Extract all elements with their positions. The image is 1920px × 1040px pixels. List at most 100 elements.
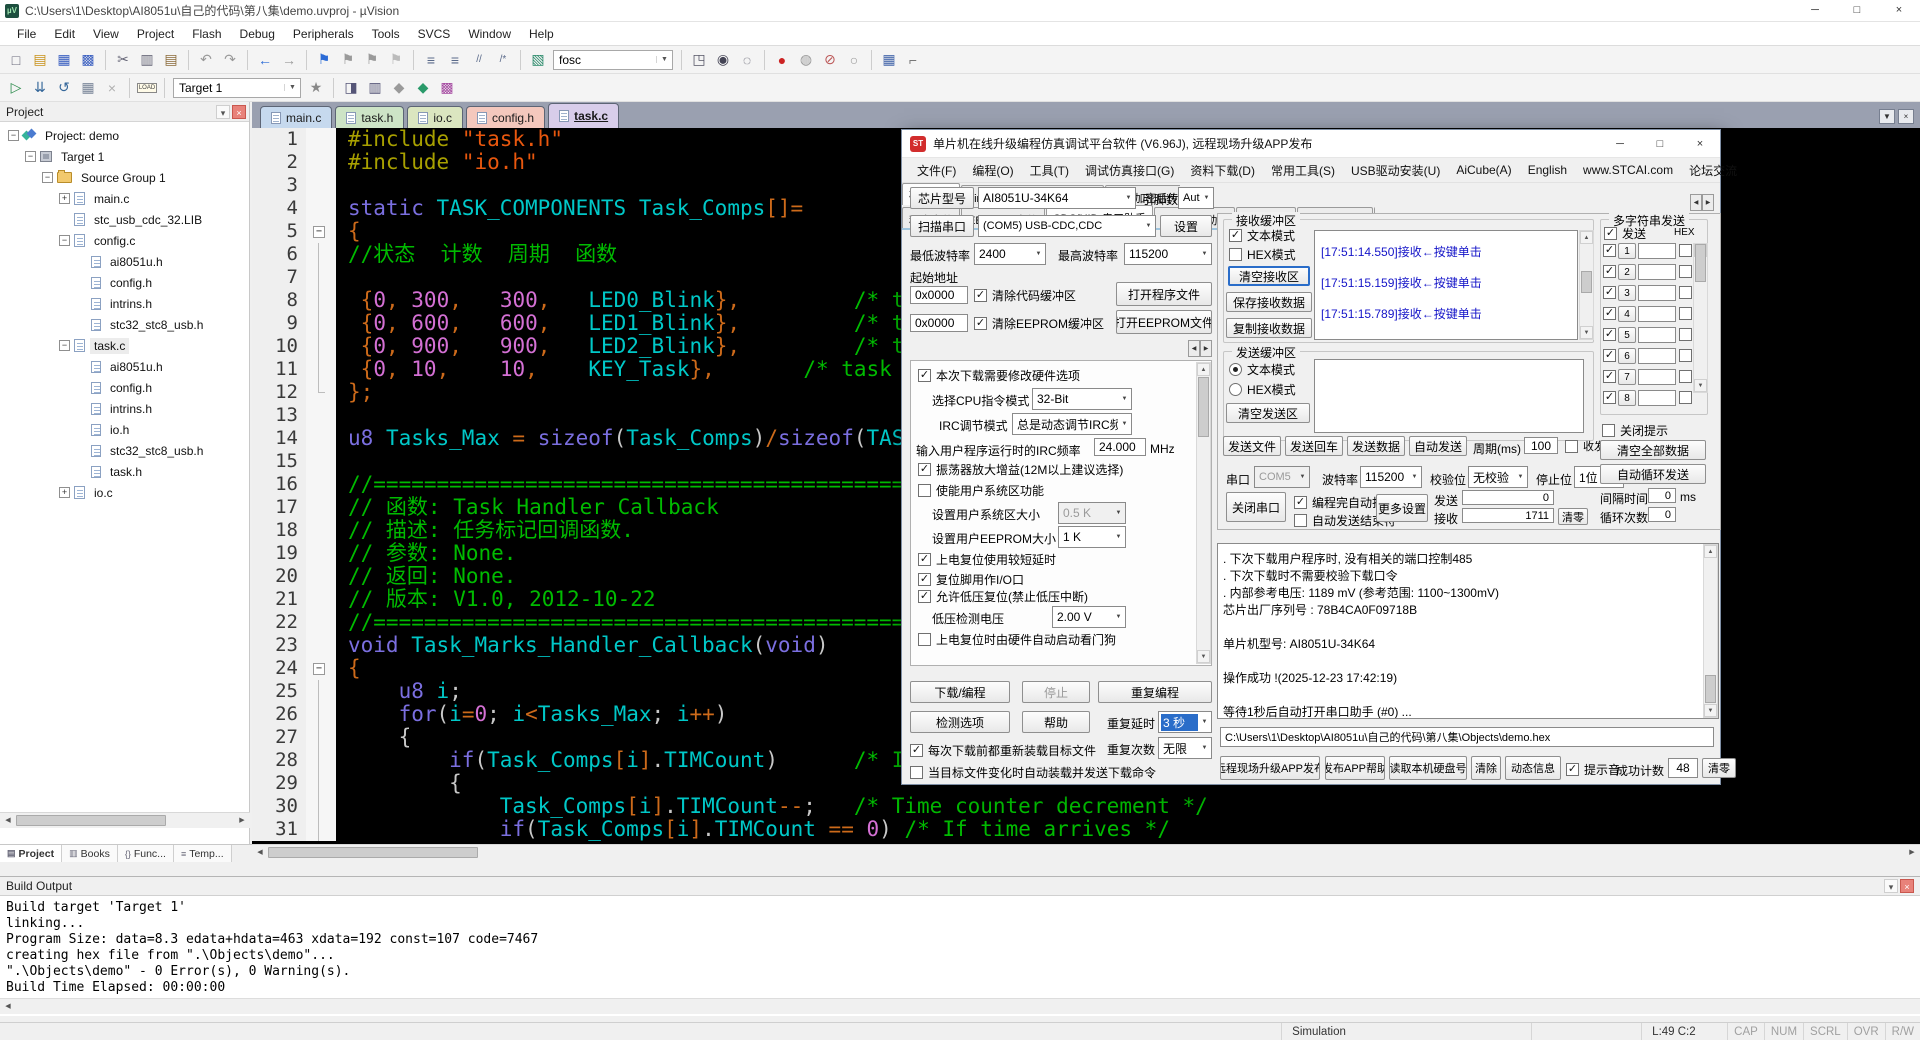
scroll-up-icon[interactable]: ▲ <box>1580 231 1593 244</box>
copy-window-icon[interactable]: ▥ <box>364 77 386 99</box>
hw-option-9-checkbox[interactable]: ✓上电复位使用较短延时 <box>918 551 1056 568</box>
multi-row-1-button[interactable]: 1 <box>1618 243 1636 259</box>
cut-icon[interactable]: ✂ <box>112 49 134 71</box>
bookmark-clear-all-icon[interactable]: ⚑ <box>385 49 407 71</box>
navigate-previous-icon[interactable]: ◆ <box>388 77 410 99</box>
interval-field[interactable]: 0 <box>1648 488 1676 503</box>
checkbox-icon[interactable] <box>1679 307 1692 320</box>
checkbox-icon[interactable]: ✓ <box>910 744 923 757</box>
tree-item-task-c[interactable]: −task.c <box>0 335 249 356</box>
dialog-menu-d[interactable]: 资料下载(D) <box>1183 160 1262 181</box>
checkbox-icon[interactable]: ✓ <box>918 463 931 476</box>
scroll-thumb[interactable] <box>1695 244 1706 282</box>
radio-icon[interactable] <box>1229 383 1242 396</box>
open-program-file-button[interactable]: 打开程序文件 <box>1116 282 1212 306</box>
close-tip-checkbox[interactable]: 关闭提示 <box>1602 422 1668 439</box>
close-icon[interactable]: × <box>1898 109 1914 124</box>
checkbox-icon[interactable]: ✓ <box>1604 227 1617 240</box>
multi-scrollbar[interactable]: ▲▼ <box>1693 243 1708 393</box>
paste-icon[interactable]: ▤ <box>160 49 182 71</box>
hw-option-2-select[interactable]: 32-Bit▼ <box>1032 388 1132 410</box>
publish-app-button[interactable]: 远程现场升级APP发布 <box>1220 756 1320 780</box>
checkbox-icon[interactable] <box>1679 328 1692 341</box>
menu-edit[interactable]: Edit <box>45 24 84 44</box>
dialog-menu-t[interactable]: 工具(T) <box>1023 160 1076 181</box>
window-layout-icon[interactable]: ▦ <box>878 49 900 71</box>
multi-row-4-field[interactable] <box>1638 306 1676 322</box>
tree-item-stc-usb-cdc-32-lib[interactable]: stc_usb_cdc_32.LIB <box>0 209 249 230</box>
multi-row-4-hex-checkbox[interactable] <box>1679 307 1692 320</box>
scroll-left-icon[interactable]: ◀ <box>0 813 16 828</box>
checkbox-icon[interactable] <box>918 633 931 646</box>
serial-port-combo[interactable]: COM5▼ <box>1254 466 1310 488</box>
radio-icon[interactable] <box>1229 363 1242 376</box>
configure-tools-icon[interactable]: ⌐ <box>902 49 924 71</box>
editor-hscrollbar[interactable]: ◀ ▶ <box>252 844 1920 860</box>
breakpoint-disable-icon[interactable]: ◍ <box>795 49 817 71</box>
comment-selection-icon[interactable]: // <box>468 49 490 71</box>
save-icon[interactable]: ▦ <box>53 49 75 71</box>
chevron-down-icon[interactable]: ▼ <box>1200 195 1213 201</box>
dialog-maximize-button[interactable]: □ <box>1640 131 1680 157</box>
repeat-delay-select[interactable]: 3 秒▼ <box>1158 711 1212 733</box>
baud-select[interactable]: 115200▼ <box>1360 466 1422 488</box>
dock-tab-func[interactable]: {}Func... <box>118 845 174 862</box>
scroll-down-icon[interactable]: ▼ <box>1197 650 1210 663</box>
success-count-field[interactable]: 48 <box>1668 758 1698 778</box>
checkbox-icon[interactable]: ✓ <box>918 369 931 382</box>
multi-send-checkbox[interactable]: ✓发送 <box>1604 225 1646 242</box>
menu-peripherals[interactable]: Peripherals <box>284 24 363 44</box>
scroll-down-icon[interactable]: ▼ <box>1580 326 1593 339</box>
menu-project[interactable]: Project <box>128 24 183 44</box>
project-hscrollbar[interactable]: ◀ ▶ <box>0 812 250 828</box>
chevron-down-icon[interactable]: ▼ <box>1112 614 1125 620</box>
multi-row-5-field[interactable] <box>1638 327 1676 343</box>
multi-row-4-button[interactable]: 4 <box>1618 306 1636 322</box>
unindent-icon[interactable]: ≡ <box>420 49 442 71</box>
close-button[interactable]: × <box>1878 0 1920 21</box>
tree-expand-icon[interactable]: − <box>25 151 36 162</box>
dock-tab-temp[interactable]: ≡Temp... <box>174 845 232 862</box>
dialog-close-button[interactable]: × <box>1680 131 1720 157</box>
find-icon[interactable]: ◉ <box>712 49 734 71</box>
chevron-down-icon[interactable]: ▼ <box>284 84 300 91</box>
bookmark-next-icon[interactable]: ⚑ <box>361 49 383 71</box>
dialog-menu-s[interactable]: 常用工具(S) <box>1264 160 1342 181</box>
multi-row-2-field[interactable] <box>1638 264 1676 280</box>
configure-watch-icon[interactable]: ▧ <box>527 49 549 71</box>
editor-tab-io-c[interactable]: io.c <box>407 106 463 128</box>
multi-row-2-checkbox[interactable]: ✓ <box>1603 265 1616 278</box>
multi-row-5-checkbox[interactable]: ✓ <box>1603 328 1616 341</box>
eeprom-start-address-field[interactable]: 0x0000 <box>910 314 968 332</box>
checkbox-icon[interactable]: ✓ <box>1603 286 1616 299</box>
more-settings-button[interactable]: 更多设置 <box>1376 494 1428 522</box>
chip-model-select[interactable]: AI8051U-34K64▼ <box>978 187 1136 209</box>
hw-option-3-select[interactable]: 总是动态调节IRC频率▼ <box>1012 413 1132 435</box>
copy-icon[interactable]: ▥ <box>136 49 158 71</box>
checkbox-icon[interactable]: ✓ <box>1603 349 1616 362</box>
fold-collapse-icon[interactable]: − <box>313 663 325 675</box>
tree-item-io-h[interactable]: io.h <box>0 419 249 440</box>
tree-expand-icon[interactable]: − <box>59 235 70 246</box>
find-in-files-icon[interactable]: ◳ <box>688 49 710 71</box>
editor-tab-task-h[interactable]: task.h <box>335 106 404 128</box>
menu-view[interactable]: View <box>84 24 128 44</box>
chevron-down-icon[interactable]: ▼ <box>1879 109 1895 124</box>
assistant-tab-scroll-left-icon[interactable]: ◀ <box>1690 194 1702 211</box>
multi-row-7-button[interactable]: 7 <box>1618 369 1636 385</box>
checkbox-icon[interactable]: ✓ <box>1294 496 1307 509</box>
recv-text-mode-checkbox[interactable]: ✓文本模式 <box>1229 227 1295 244</box>
chevron-down-icon[interactable]: ▼ <box>1296 474 1309 480</box>
multi-row-7-field[interactable] <box>1638 369 1676 385</box>
scroll-up-icon[interactable]: ▲ <box>1704 545 1717 558</box>
tree-expand-icon[interactable]: − <box>59 340 70 351</box>
bookmark-toggle-icon[interactable]: ⚑ <box>313 49 335 71</box>
download-to-flash-icon[interactable]: LOAD <box>136 77 158 99</box>
batch-build-icon[interactable]: ▦ <box>77 77 99 99</box>
multi-row-1-hex-checkbox[interactable] <box>1679 244 1692 257</box>
hw-option-6-checkbox[interactable]: 使能用户系统区功能 <box>918 482 1044 499</box>
checkbox-icon[interactable]: ✓ <box>974 317 987 330</box>
repeat-program-button[interactable]: 重复编程 <box>1098 681 1212 703</box>
breakpoint-kill-all-icon[interactable]: ⊘ <box>819 49 841 71</box>
multi-row-3-hex-checkbox[interactable] <box>1679 286 1692 299</box>
